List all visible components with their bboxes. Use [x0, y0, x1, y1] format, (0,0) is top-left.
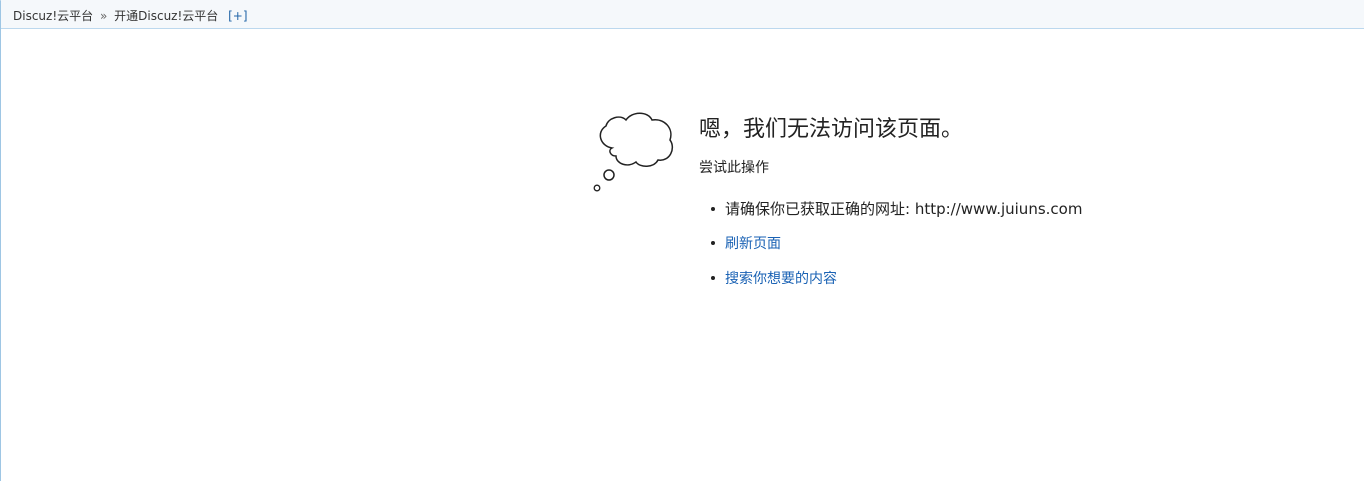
list-item: 请确保你已获取正确的网址: http://www.juiuns.com [699, 198, 1299, 220]
error-content: 嗯，我们无法访问该页面。 尝试此操作 请确保你已获取正确的网址: http://… [699, 114, 1299, 302]
breadcrumb-item-cloud-platform[interactable]: Discuz!云平台 [13, 9, 93, 23]
suggestion-list: 请确保你已获取正确的网址: http://www.juiuns.com 刷新页面… [699, 198, 1299, 290]
top-nav-bar: Discuz!云平台 » 开通Discuz!云平台 [+] [1, 0, 1364, 29]
error-subheading: 尝试此操作 [699, 160, 769, 176]
list-item: 搜索你想要的内容 [699, 267, 1299, 290]
check-url-text: 请确保你已获取正确的网址: http://www.juiuns.com [725, 200, 1083, 218]
breadcrumb-item-open-cloud: 开通Discuz!云平台 [114, 9, 219, 23]
error-heading: 嗯，我们无法访问该页面。 [699, 117, 964, 142]
list-item: 刷新页面 [699, 232, 1299, 255]
thought-cloud-icon [593, 112, 674, 192]
breadcrumb-separator: » [99, 8, 108, 23]
add-tab-link[interactable]: [+] [228, 9, 247, 23]
refresh-page-link[interactable]: 刷新页面 [725, 236, 781, 252]
breadcrumb: Discuz!云平台 » 开通Discuz!云平台 [+] [13, 7, 248, 24]
search-content-link[interactable]: 搜索你想要的内容 [725, 271, 837, 287]
